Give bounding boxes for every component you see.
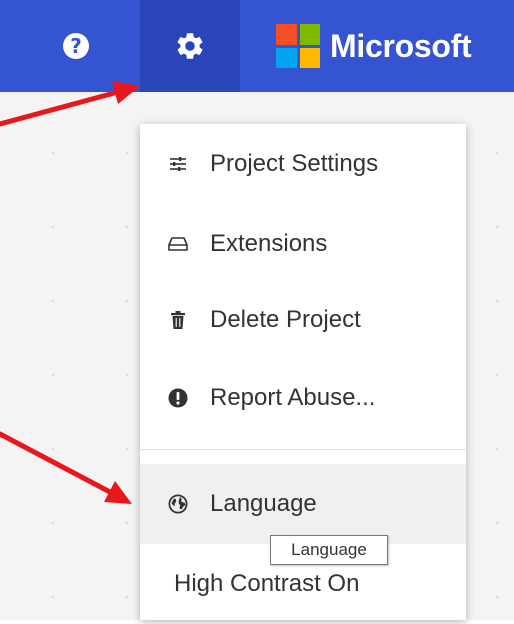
menu-item-label: Project Settings bbox=[210, 150, 379, 177]
menu-item-report-abuse[interactable]: Report Abuse... bbox=[140, 358, 466, 438]
menu-item-delete-project[interactable]: Delete Project bbox=[140, 280, 466, 360]
logo-blue-square bbox=[276, 47, 297, 68]
menu-item-label: Report Abuse... bbox=[210, 384, 376, 411]
globe-icon bbox=[168, 493, 188, 515]
help-button[interactable]: ? bbox=[48, 0, 104, 92]
extensions-icon bbox=[168, 233, 188, 255]
sliders-icon bbox=[168, 153, 188, 175]
logo-green-square bbox=[299, 24, 320, 45]
microsoft-brand[interactable]: Microsoft bbox=[276, 22, 472, 70]
top-navigation-bar: ? Microsoft bbox=[0, 0, 514, 92]
exclamation-circle-icon bbox=[168, 387, 188, 409]
menu-item-label: Delete Project bbox=[210, 306, 361, 333]
menu-item-label: Extensions bbox=[210, 230, 328, 257]
question-circle-icon: ? bbox=[63, 33, 89, 59]
gear-icon bbox=[177, 33, 203, 59]
menu-item-label: Language bbox=[210, 490, 317, 517]
settings-button[interactable] bbox=[140, 0, 240, 92]
menu-item-extensions[interactable]: Extensions bbox=[140, 204, 466, 284]
menu-item-language[interactable]: Language bbox=[140, 464, 466, 544]
brand-name: Microsoft bbox=[330, 27, 472, 64]
logo-yellow-square bbox=[299, 47, 320, 68]
microsoft-logo bbox=[276, 24, 320, 68]
menu-item-project-settings[interactable]: Project Settings bbox=[140, 124, 466, 204]
menu-item-label: High Contrast On bbox=[174, 570, 360, 597]
menu-divider bbox=[140, 449, 466, 450]
language-tooltip: Language bbox=[270, 535, 388, 565]
trash-icon bbox=[168, 309, 188, 331]
logo-red-square bbox=[276, 24, 297, 45]
